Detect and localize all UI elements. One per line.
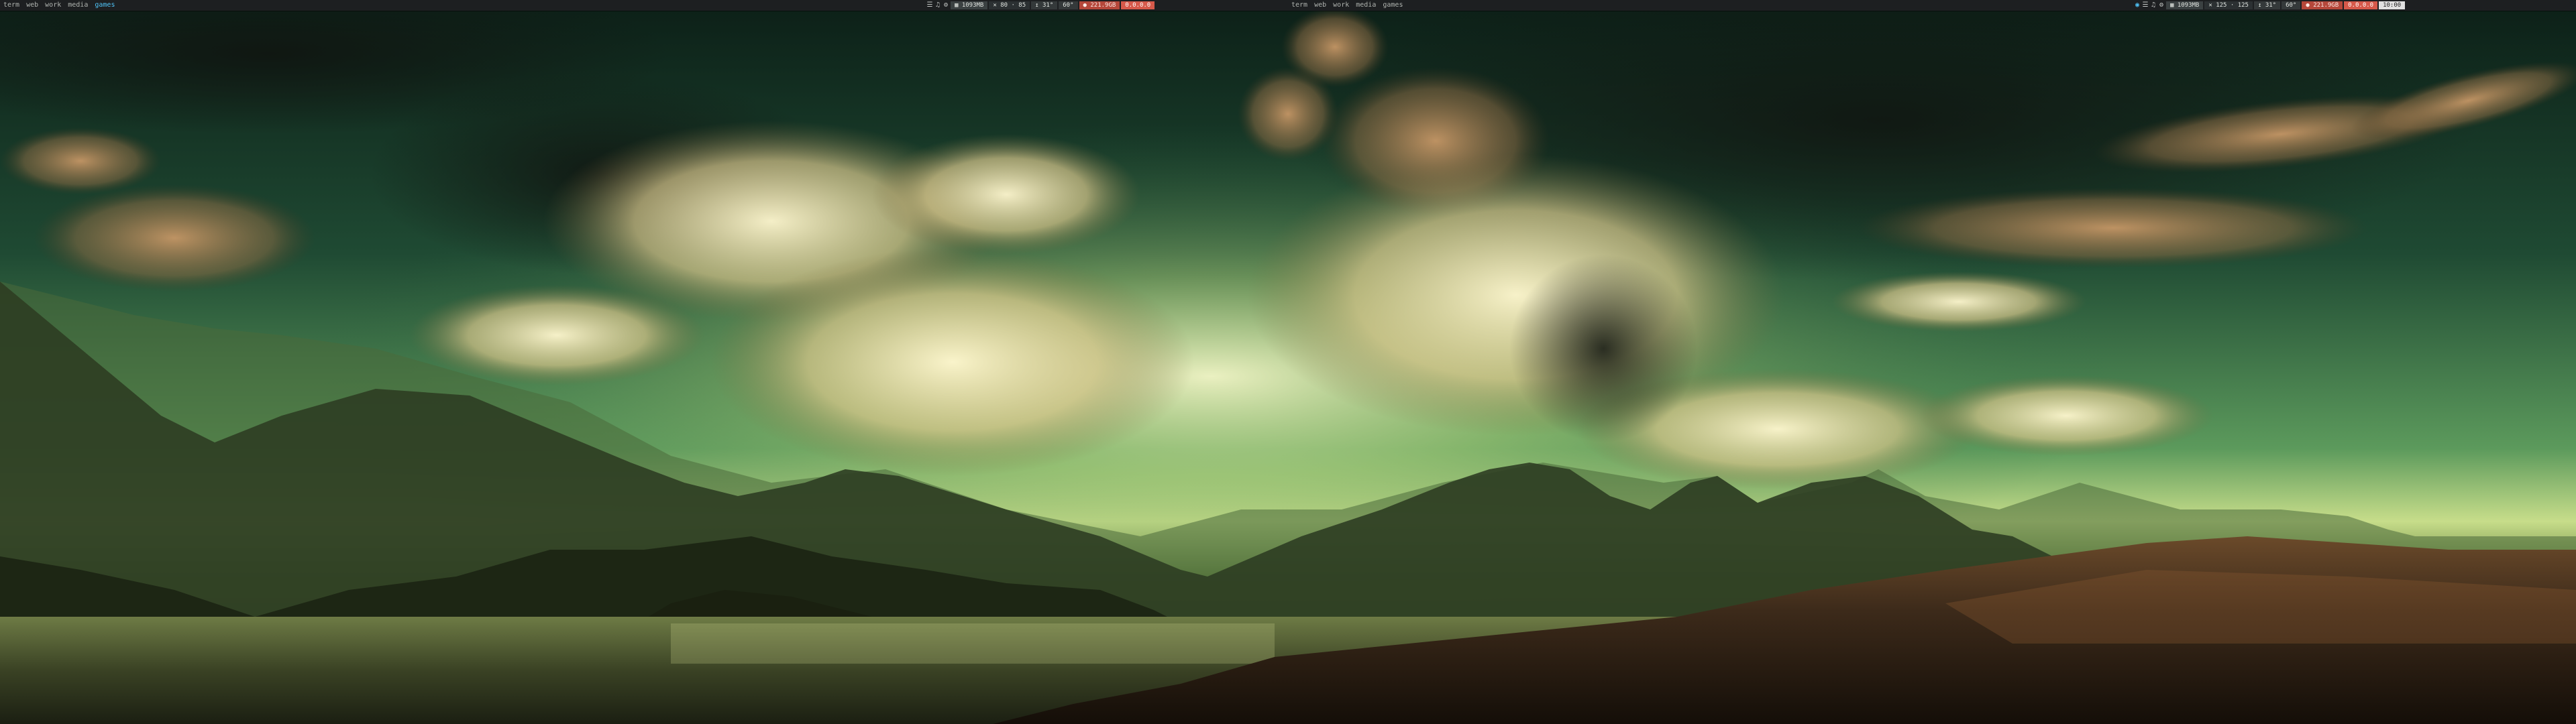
cpu-temp: ↥ 31° bbox=[2253, 1, 2281, 9]
workspace-games[interactable]: games bbox=[1379, 0, 1406, 11]
memory-icon: ▦ bbox=[2170, 2, 2178, 9]
disk-value: 221.9GB bbox=[2313, 2, 2339, 9]
cpu-temp-value: 31° bbox=[2265, 2, 2277, 9]
workspace-term[interactable]: term bbox=[1288, 0, 1311, 11]
workspace-switcher: term web work media games bbox=[0, 0, 118, 11]
memory-usage: ▦ 1093MB bbox=[2166, 1, 2204, 9]
ip-value: 0.0.0.0 bbox=[2348, 2, 2374, 9]
disk-usage: ● 221.9GB bbox=[1079, 1, 1120, 9]
disk-value: 221.9GB bbox=[1090, 2, 1116, 9]
settings-icon[interactable]: ⚙ bbox=[942, 0, 950, 11]
gpu-temp: 60° bbox=[1059, 1, 1078, 9]
status-area: ☰ ♫ ⚙ ▦ 1093MB ✕ 80 · 85 ↥ 31° 60° ● 221… bbox=[926, 0, 1155, 11]
desktop-wallpaper bbox=[0, 0, 2576, 724]
workspace-web[interactable]: web bbox=[1311, 0, 1330, 11]
music-icon[interactable]: ♫ bbox=[2149, 0, 2157, 11]
top-bar-right-monitor: term web work media games ◉ ☰ ♫ ⚙ ▦ 1093… bbox=[1288, 0, 2576, 11]
settings-icon[interactable]: ⚙ bbox=[2157, 0, 2165, 11]
ip-address: 0.0.0.0 bbox=[1121, 1, 1155, 9]
clock-value: 10:00 bbox=[2383, 2, 2402, 9]
music-icon[interactable]: ♫ bbox=[934, 0, 942, 11]
status-area-right: ◉ ☰ ♫ ⚙ ▦ 1093MB ✕ 125 · 125 ↥ 31° 60° ●… bbox=[2133, 0, 2406, 11]
menu-icon[interactable]: ☰ bbox=[2141, 0, 2149, 11]
workspace-media[interactable]: media bbox=[1352, 0, 1379, 11]
ip-address: 0.0.0.0 bbox=[2344, 1, 2378, 9]
volume-indicator[interactable]: ✕ 125 · 125 bbox=[2204, 1, 2253, 9]
gpu-temp: 60° bbox=[2282, 1, 2301, 9]
cpu-temp-value: 31° bbox=[1042, 2, 1054, 9]
volume-value: 125 · 125 bbox=[2216, 2, 2249, 9]
memory-value: 1093MB bbox=[961, 2, 984, 9]
volume-indicator[interactable]: ✕ 80 · 85 bbox=[989, 1, 1030, 9]
cpu-temp: ↥ 31° bbox=[1031, 1, 1058, 9]
workspace-term[interactable]: term bbox=[0, 0, 23, 11]
mountain-lake-landscape bbox=[0, 0, 2576, 724]
workspace-switcher-right: term web work media games bbox=[1288, 0, 1406, 11]
ip-value: 0.0.0.0 bbox=[1125, 2, 1151, 9]
workspace-web[interactable]: web bbox=[23, 0, 42, 11]
gpu-temp-value: 60° bbox=[2286, 2, 2297, 9]
disk-icon: ● bbox=[2306, 2, 2314, 9]
clock: 10:00 bbox=[2379, 1, 2406, 9]
memory-usage: ▦ 1093MB bbox=[951, 1, 988, 9]
memory-value: 1093MB bbox=[2177, 2, 2200, 9]
menu-icon[interactable]: ☰ bbox=[926, 0, 934, 11]
top-bar-left-monitor: term web work media games ☰ ♫ ⚙ ▦ 1093MB… bbox=[0, 0, 1288, 11]
steam-icon[interactable]: ◉ bbox=[2133, 0, 2141, 11]
workspace-media[interactable]: media bbox=[64, 0, 91, 11]
disk-icon: ● bbox=[1083, 2, 1091, 9]
workspace-work[interactable]: work bbox=[42, 0, 64, 11]
thermometer-icon: ↥ bbox=[1035, 2, 1042, 9]
volume-icon: ✕ bbox=[993, 2, 1001, 9]
volume-value: 80 · 85 bbox=[1000, 2, 1026, 9]
memory-icon: ▦ bbox=[955, 2, 962, 9]
workspace-work[interactable]: work bbox=[1330, 0, 1352, 11]
workspace-games[interactable]: games bbox=[91, 0, 118, 11]
disk-usage: ● 221.9GB bbox=[2302, 1, 2343, 9]
volume-icon: ✕ bbox=[2208, 2, 2216, 9]
gpu-temp-value: 60° bbox=[1063, 2, 1074, 9]
thermometer-icon: ↥ bbox=[2257, 2, 2265, 9]
